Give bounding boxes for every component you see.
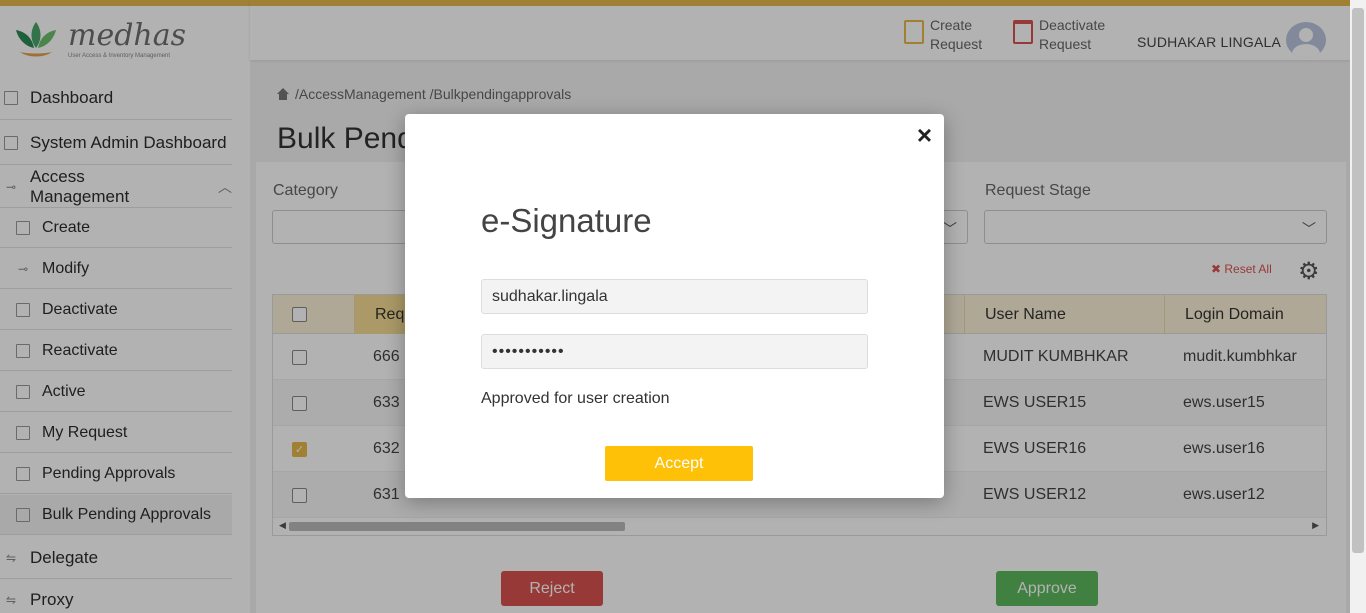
dialog-title: e-Signature [481,202,652,239]
close-icon[interactable]: × [917,120,932,151]
username-field[interactable]: sudhakar.lingala [481,279,868,314]
e-signature-dialog: × e-Signature sudhakar.lingala •••••••••… [405,114,944,498]
accept-button[interactable]: Accept [605,446,753,481]
password-field[interactable]: ••••••••••• [481,334,868,369]
vertical-scrollbar[interactable] [1350,0,1366,613]
scrollbar-thumb[interactable] [1352,8,1364,553]
comment-text: Approved for user creation [481,390,670,407]
